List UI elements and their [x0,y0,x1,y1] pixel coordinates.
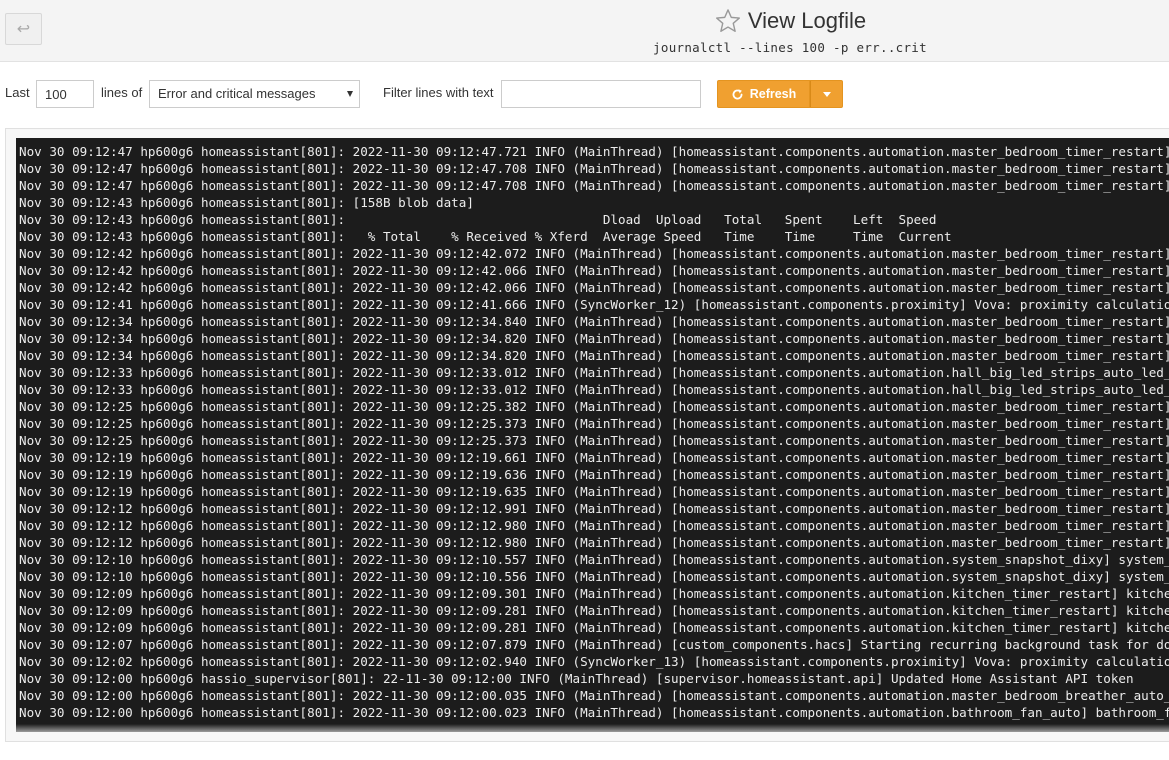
log-line: Nov 30 09:12:43 hp600g6 homeassistant[80… [19,229,952,244]
refresh-options-dropdown[interactable] [810,80,843,108]
caret-down-icon [823,92,831,97]
filter-label: Filter lines with text [383,85,494,100]
return-arrow-icon: ↩ [16,19,31,38]
log-line: Nov 30 09:12:02 hp600g6 homeassistant[80… [19,654,1169,669]
log-line: Nov 30 09:12:12 hp600g6 homeassistant[80… [19,501,1169,516]
log-line: Nov 30 09:12:10 hp600g6 homeassistant[80… [19,552,1169,567]
log-type-select[interactable]: Error and critical messages [149,80,360,108]
log-line: Nov 30 09:12:25 hp600g6 homeassistant[80… [19,399,1169,414]
page-title: View Logfile [747,8,867,33]
log-type-selected: Error and critical messages [158,86,316,101]
refresh-button[interactable]: Refresh [717,80,810,108]
scroll-fade [16,724,1169,732]
log-line: Nov 30 09:12:47 hp600g6 homeassistant[80… [19,144,1169,159]
filter-text-input[interactable] [501,80,701,108]
log-lines: Nov 30 09:12:47 hp600g6 homeassistant[80… [16,138,1169,721]
page-header: ↩ View Logfile journalctl --lines 100 -p… [0,0,1169,62]
log-line: Nov 30 09:12:41 hp600g6 homeassistant[80… [19,297,1169,312]
log-line: Nov 30 09:12:09 hp600g6 homeassistant[80… [19,586,1169,601]
log-line: Nov 30 09:12:09 hp600g6 homeassistant[80… [19,603,1169,618]
log-line: Nov 30 09:12:00 hp600g6 homeassistant[80… [19,705,1169,720]
log-line: Nov 30 09:12:19 hp600g6 homeassistant[80… [19,467,1169,482]
log-line: Nov 30 09:12:47 hp600g6 homeassistant[80… [19,161,1169,176]
log-line: Nov 30 09:12:42 hp600g6 homeassistant[80… [19,246,1169,261]
log-controls: Last lines of Error and critical message… [0,78,1169,110]
log-output[interactable]: Nov 30 09:12:47 hp600g6 homeassistant[80… [16,138,1169,732]
log-line: Nov 30 09:12:43 hp600g6 homeassistant[80… [19,212,937,227]
log-line: Nov 30 09:12:43 hp600g6 homeassistant[80… [19,195,474,210]
log-line: Nov 30 09:12:25 hp600g6 homeassistant[80… [19,416,1169,431]
log-line: Nov 30 09:12:34 hp600g6 homeassistant[80… [19,331,1169,346]
log-line: Nov 30 09:12:42 hp600g6 homeassistant[80… [19,263,1169,278]
refresh-label: Refresh [749,87,797,101]
command-subtitle: journalctl --lines 100 -p err..crit [653,40,927,55]
log-line: Nov 30 09:12:42 hp600g6 homeassistant[80… [19,280,1169,295]
log-line: Nov 30 09:12:33 hp600g6 homeassistant[80… [19,365,1169,380]
star-icon[interactable] [714,7,742,35]
title-block: View Logfile journalctl --lines 100 -p e… [560,4,1020,55]
log-line: Nov 30 09:12:10 hp600g6 homeassistant[80… [19,569,1169,584]
log-line: Nov 30 09:12:25 hp600g6 homeassistant[80… [19,433,1169,448]
back-button[interactable]: ↩ [5,13,42,45]
log-line: Nov 30 09:12:09 hp600g6 homeassistant[80… [19,620,1169,635]
log-line: Nov 30 09:12:34 hp600g6 homeassistant[80… [19,314,1169,329]
log-line: Nov 30 09:12:19 hp600g6 homeassistant[80… [19,484,1169,499]
lines-count-input[interactable] [36,80,94,108]
log-line: Nov 30 09:12:47 hp600g6 homeassistant[80… [19,178,1169,193]
dropdown-arrow-icon [347,91,353,97]
last-label: Last [5,85,30,100]
log-line: Nov 30 09:12:00 hp600g6 homeassistant[80… [19,688,1169,703]
log-line: Nov 30 09:12:34 hp600g6 homeassistant[80… [19,348,1169,363]
log-line: Nov 30 09:12:33 hp600g6 homeassistant[80… [19,382,1169,397]
lines-of-label: lines of [101,85,143,100]
refresh-icon [732,88,743,99]
log-line: Nov 30 09:12:07 hp600g6 homeassistant[80… [19,637,1169,652]
log-line: Nov 30 09:12:12 hp600g6 homeassistant[80… [19,518,1169,533]
log-line: Nov 30 09:12:00 hp600g6 hassio_superviso… [19,671,1134,686]
log-line: Nov 30 09:12:12 hp600g6 homeassistant[80… [19,535,1169,550]
log-line: Nov 30 09:12:19 hp600g6 homeassistant[80… [19,450,1169,465]
